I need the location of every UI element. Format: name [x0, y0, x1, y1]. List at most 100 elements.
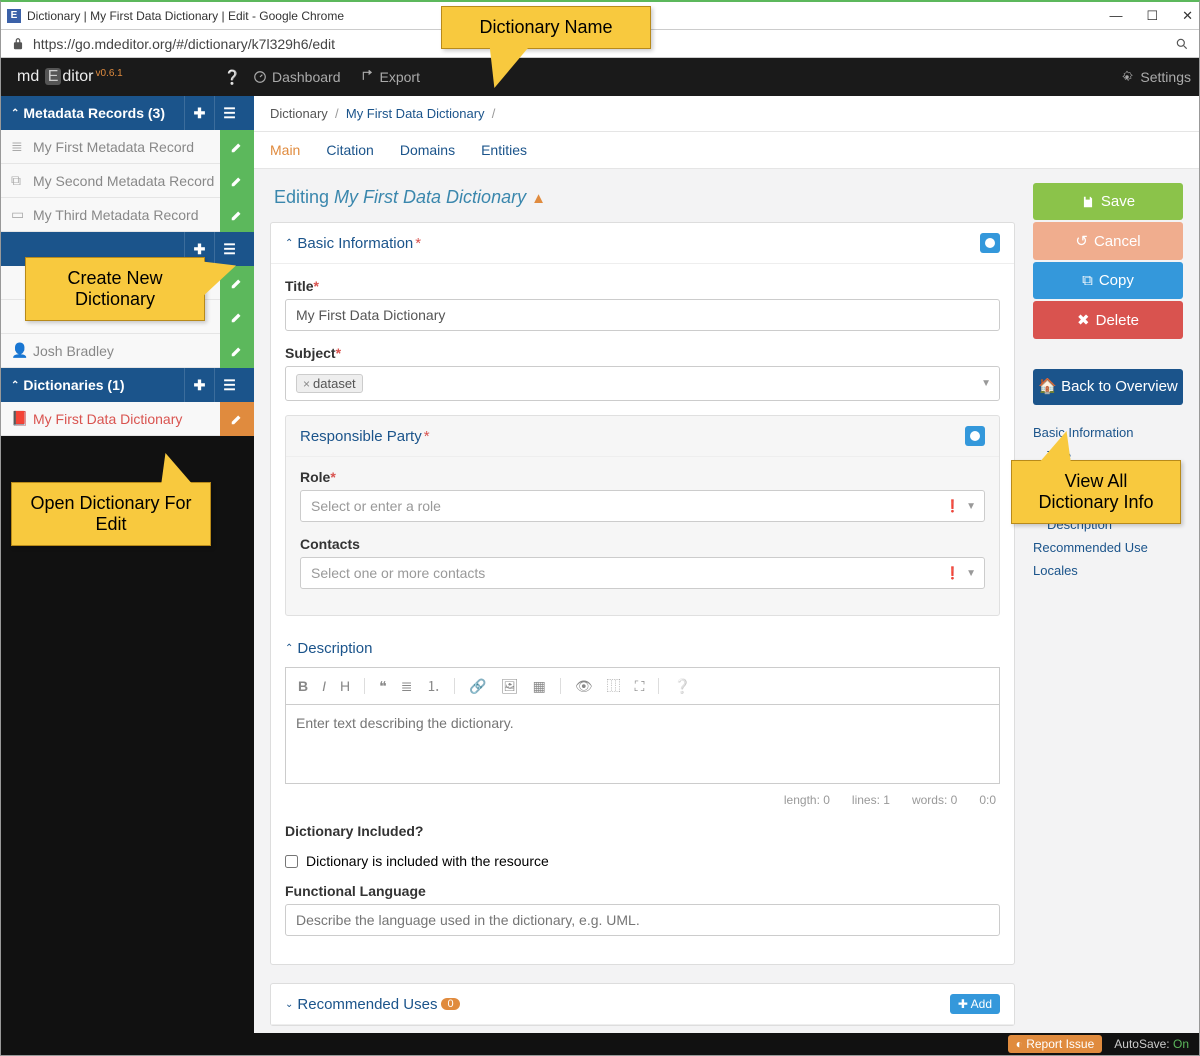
chevron-up-icon: ⌃ — [11, 380, 19, 391]
sidebar-contact-josh[interactable]: 👤 Josh Bradley — [1, 334, 254, 368]
gear-icon — [1120, 70, 1134, 84]
edit-record-button[interactable] — [220, 198, 254, 232]
favicon-icon: E — [7, 9, 21, 23]
maximize-icon[interactable]: ☐ — [1146, 8, 1158, 24]
delete-button[interactable]: ✖ Delete — [1033, 301, 1183, 339]
export-icon — [361, 70, 375, 84]
link-icon[interactable]: 🔗 — [469, 678, 486, 695]
sidebar-record-2[interactable]: ▭ My Third Metadata Record — [1, 198, 254, 232]
fullscreen-icon[interactable]: ⛶ — [635, 678, 645, 695]
close-icon[interactable]: ✕ — [1182, 8, 1193, 24]
lock-icon — [11, 37, 25, 51]
sidebar-record-0[interactable]: ≣ My First Metadata Record — [1, 130, 254, 164]
brand: md Editor v0.6.1 ❔ — [9, 58, 253, 96]
contacts-select[interactable]: Select one or more contacts ❗ ▼ — [300, 557, 985, 589]
book-icon: 📕 — [11, 410, 27, 427]
ul-icon[interactable]: ≣ — [401, 678, 413, 695]
subject-select[interactable]: ×dataset ▼ — [285, 366, 1000, 401]
nav-settings[interactable]: Settings — [1120, 69, 1191, 85]
footer: ◐ Report Issue AutoSave: On — [1, 1033, 1199, 1055]
editor-stats: length: 0 lines: 1 words: 0 0:0 — [285, 787, 1000, 813]
cancel-button[interactable]: ↺ Cancel — [1033, 222, 1183, 260]
title-input[interactable] — [285, 299, 1000, 331]
ol-icon[interactable]: ⒈ — [426, 676, 440, 696]
callout-view-all: View All Dictionary Info — [1011, 460, 1181, 524]
included-label: Dictionary Included? — [285, 823, 1000, 839]
bold-icon[interactable]: B — [298, 678, 308, 694]
callout-create-new: Create New Dictionary — [25, 257, 205, 321]
list-records-button[interactable]: ☰ — [214, 96, 244, 130]
panel-responsible-party: Responsible Party * Role* Select or ente… — [285, 415, 1000, 616]
sidebar-dictionaries-header[interactable]: ⌃ Dictionaries (1) ✚ ☰ — [1, 368, 254, 402]
brand-e-icon: E — [45, 68, 62, 85]
save-button[interactable]: Save — [1033, 183, 1183, 220]
edit-record-button[interactable] — [220, 130, 254, 164]
editing-title: Editing My First Data Dictionary ▲ — [274, 187, 1015, 208]
sidebar-metadata-header[interactable]: ⌃ Metadata Records (3) ✚ ☰ — [1, 96, 254, 130]
table-icon[interactable]: ▦ — [533, 678, 546, 695]
italic-icon[interactable]: I — [322, 678, 326, 694]
panel-recommended-header[interactable]: ⌄ Recommended Uses 0 ✚ Add — [271, 984, 1014, 1025]
description-textarea[interactable] — [285, 704, 1000, 784]
chevron-up-icon: ⌃ — [11, 108, 19, 119]
database-icon: ≣ — [11, 138, 27, 155]
rn-recommended[interactable]: Recommended Use — [1033, 536, 1183, 559]
help-icon[interactable]: ❔ — [224, 69, 241, 86]
url-text[interactable]: https://go.mdeditor.org/#/dictionary/k7l… — [33, 36, 335, 52]
edit-contact-button[interactable] — [220, 334, 254, 368]
add-record-button[interactable]: ✚ — [184, 96, 214, 130]
tab-main[interactable]: Main — [270, 132, 300, 168]
included-checkbox[interactable] — [285, 855, 298, 868]
preview-icon[interactable]: 👁 — [575, 678, 593, 695]
warning-icon: ▲ — [531, 190, 546, 207]
search-icon[interactable] — [1175, 37, 1189, 51]
heading-icon[interactable]: H — [340, 678, 350, 694]
tab-domains[interactable]: Domains — [400, 132, 455, 168]
contacts-label: Contacts — [300, 536, 985, 552]
home-icon: 🏠 — [1038, 378, 1057, 395]
role-select[interactable]: Select or enter a role ❗ ▼ — [300, 490, 985, 522]
save-icon — [1081, 195, 1095, 209]
panel-description-header[interactable]: ⌃ Description — [285, 630, 1000, 667]
panel-responsible-header: Responsible Party * — [286, 416, 999, 457]
top-nav: md Editor v0.6.1 ❔ Dashboard Export Sett… — [1, 58, 1199, 96]
help-icon[interactable]: ❔ — [673, 678, 690, 695]
user-icon: 👤 — [11, 342, 27, 359]
copy-icon: ⧉ — [11, 172, 27, 189]
tab-citation[interactable]: Citation — [326, 132, 373, 168]
add-dictionary-button[interactable]: ✚ — [184, 368, 214, 402]
report-issue-button[interactable]: ◐ Report Issue — [1008, 1035, 1103, 1053]
add-recommended-button[interactable]: ✚ Add — [950, 994, 1000, 1014]
remove-tag-icon[interactable]: × — [303, 377, 310, 391]
rn-locales[interactable]: Locales — [1033, 559, 1183, 582]
callout-dictionary-name: Dictionary Name — [441, 6, 651, 49]
nav-dashboard[interactable]: Dashboard — [253, 69, 341, 85]
sidebyside-icon[interactable]: ⿲ — [607, 676, 621, 696]
chevron-up-icon: ⌃ — [285, 238, 293, 249]
tab-entities[interactable]: Entities — [481, 132, 527, 168]
edit-contact-button[interactable] — [220, 300, 254, 334]
sidebar-record-1[interactable]: ⧉ My Second Metadata Record — [1, 164, 254, 198]
edit-record-button[interactable] — [220, 164, 254, 198]
back-to-overview-button[interactable]: 🏠 Back to Overview — [1033, 369, 1183, 405]
funclang-input[interactable] — [285, 904, 1000, 936]
role-label: Role* — [300, 469, 985, 485]
tabs: Main Citation Domains Entities — [254, 132, 1199, 169]
subject-tag[interactable]: ×dataset — [296, 374, 363, 393]
window-title: Dictionary | My First Data Dictionary | … — [27, 9, 344, 23]
breadcrumb: Dictionary / My First Data Dictionary / — [254, 96, 1199, 132]
quote-icon[interactable]: ❝ — [379, 678, 387, 695]
minimize-icon[interactable]: — — [1109, 8, 1122, 24]
image-icon[interactable]: 🖼 — [501, 678, 519, 695]
iso-indicator-icon[interactable] — [980, 233, 1000, 253]
breadcrumb-item[interactable]: My First Data Dictionary — [346, 106, 485, 121]
panel-basic-header[interactable]: ⌃ Basic Information * — [271, 223, 1014, 264]
nav-export[interactable]: Export — [361, 69, 420, 85]
list-dictionaries-button[interactable]: ☰ — [214, 368, 244, 402]
edit-dictionary-button[interactable] — [220, 402, 254, 436]
copy-button[interactable]: ⧉ Copy — [1033, 262, 1183, 299]
close-icon: ✖ — [1077, 311, 1090, 329]
autosave-status: AutoSave: On — [1114, 1037, 1189, 1051]
iso-indicator-icon[interactable] — [965, 426, 985, 446]
sidebar-dictionary-0[interactable]: 📕 My First Data Dictionary — [1, 402, 254, 436]
